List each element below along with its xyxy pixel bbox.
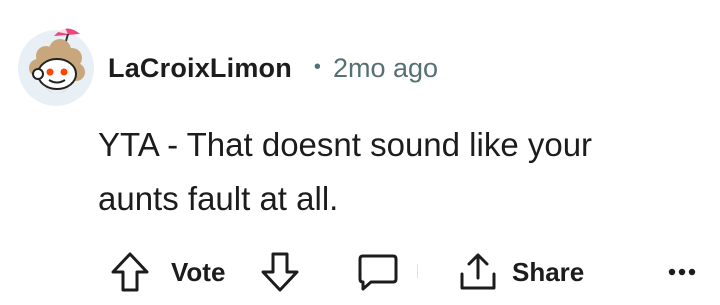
arrow-down-icon	[261, 252, 299, 292]
vote-count-label: Vote	[171, 256, 226, 287]
arrow-up-icon	[111, 252, 149, 292]
share-button[interactable]: Share	[458, 248, 584, 296]
comment-header: LaCroixLimon • 2mo ago	[108, 48, 438, 88]
action-bar: Vote Share	[0, 248, 720, 296]
comment: LaCroixLimon • 2mo ago YTA - That doesnt…	[0, 0, 720, 305]
meta-separator: •	[313, 55, 321, 78]
ellipsis-icon	[668, 268, 696, 276]
upvote-button[interactable]	[108, 248, 152, 296]
reddit-snoo-avatar-icon	[18, 26, 94, 106]
timestamp[interactable]: 2mo ago	[333, 53, 438, 84]
comment-body: YTA - That doesnt sound like your aunts …	[98, 118, 698, 226]
downvote-button[interactable]	[258, 248, 302, 296]
comment-body-line: YTA - That doesnt sound like your	[98, 126, 593, 163]
username[interactable]: LaCroixLimon	[108, 53, 292, 84]
reply-button[interactable]	[355, 248, 401, 296]
share-icon	[460, 253, 496, 290]
comment-body-line: aunts fault at all.	[98, 180, 339, 217]
avatar[interactable]	[14, 22, 98, 106]
action-divider	[417, 264, 418, 278]
vote-label: Vote	[171, 248, 225, 296]
speech-bubble-icon	[358, 254, 398, 291]
more-options-button[interactable]	[662, 248, 702, 296]
share-label: Share	[512, 256, 585, 287]
